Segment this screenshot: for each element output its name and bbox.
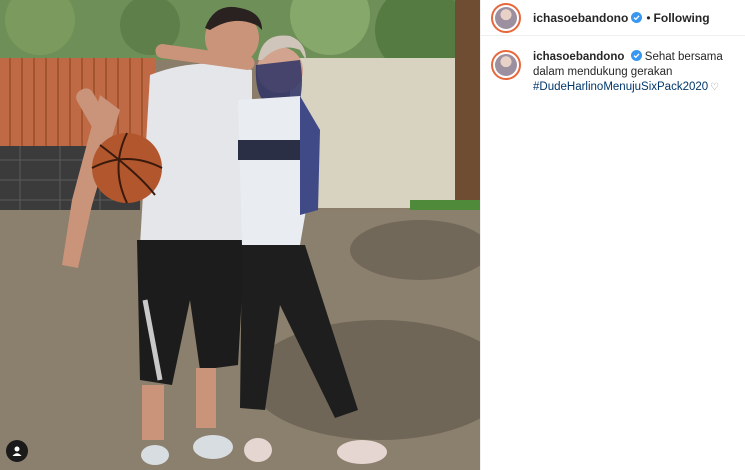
post-photo[interactable]	[0, 0, 480, 470]
instagram-post: ichasoebandono • Following ichasoebandon…	[0, 0, 745, 470]
following-button[interactable]: Following	[654, 11, 710, 25]
post-sidebar: ichasoebandono • Following ichasoebandon…	[480, 0, 745, 470]
header-avatar[interactable]	[491, 2, 521, 33]
tagged-users-button[interactable]	[6, 440, 28, 462]
caption-text-block: ichasoebandono Sehat bersama dalam mendu…	[533, 50, 723, 95]
caption-avatar[interactable]	[491, 50, 521, 80]
heart-icon: ♡	[710, 82, 720, 93]
verified-badge-icon	[631, 12, 643, 23]
post-caption: ichasoebandono Sehat bersama dalam mendu…	[481, 36, 745, 95]
post-photo-illustration	[0, 0, 480, 470]
header-username[interactable]: ichasoebandono	[533, 11, 628, 25]
header-separator: •	[646, 10, 651, 25]
caption-hashtag-link[interactable]: #DudeHarlinoMenujuSixPack2020	[533, 81, 708, 93]
user-tag-icon	[12, 446, 22, 456]
verified-badge-icon	[630, 50, 642, 61]
post-header: ichasoebandono • Following	[481, 0, 745, 36]
caption-username[interactable]: ichasoebandono	[533, 51, 624, 63]
